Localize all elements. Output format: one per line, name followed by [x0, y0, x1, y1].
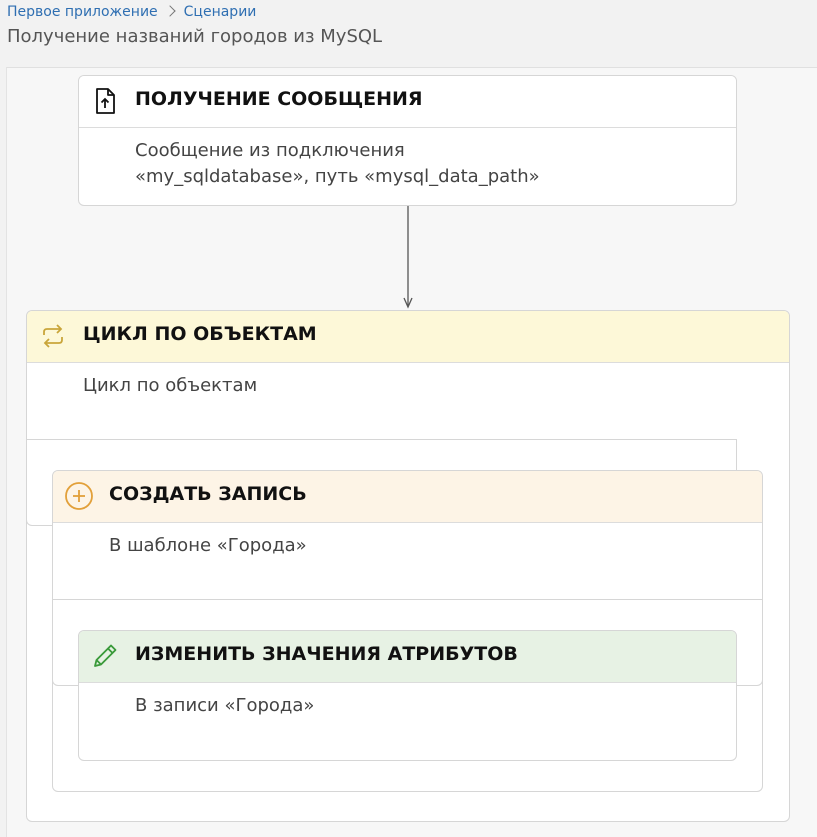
breadcrumb-scenarios-link[interactable]: Сценарии — [184, 4, 257, 20]
plus-circle-icon — [65, 482, 93, 510]
breadcrumb: Первое приложение Сценарии — [7, 4, 256, 20]
node-edit-attributes[interactable]: ИЗМЕНИТЬ ЗНАЧЕНИЯ АТРИБУТОВ В записи «Го… — [78, 630, 737, 761]
node-loop-title: ЦИКЛ ПО ОБЪЕКТАМ — [83, 323, 317, 345]
node-create-record-header: СОЗДАТЬ ЗАПИСЬ — [53, 471, 762, 523]
node-get-message[interactable]: ПОЛУЧЕНИЕ СООБЩЕНИЯ Сообщение из подключ… — [78, 75, 737, 206]
page-title: Получение названий городов из MySQL — [7, 26, 383, 47]
node-create-record-desc: В шаблоне «Города» — [109, 535, 307, 556]
chevron-right-icon — [163, 5, 176, 17]
loop-icon — [43, 324, 63, 348]
node-edit-attributes-title: ИЗМЕНИТЬ ЗНАЧЕНИЯ АТРИБУТОВ — [135, 643, 518, 665]
node-get-message-desc-line2: «my_sqldatabase», путь «mysql_data_path» — [135, 166, 540, 187]
node-edit-attributes-desc: В записи «Города» — [135, 695, 315, 716]
node-get-message-header: ПОЛУЧЕНИЕ СООБЩЕНИЯ — [79, 76, 736, 128]
page-header: Первое приложение Сценарии Получение назв… — [0, 0, 817, 62]
node-get-message-title: ПОЛУЧЕНИЕ СООБЩЕНИЯ — [135, 88, 423, 110]
node-create-record-title: СОЗДАТЬ ЗАПИСЬ — [109, 483, 307, 505]
breadcrumb-app-link[interactable]: Первое приложение — [7, 4, 158, 20]
connector-arrow — [403, 206, 413, 309]
node-get-message-desc-line1: Сообщение из подключения — [135, 140, 405, 161]
node-loop-desc: Цикл по объектам — [83, 375, 258, 396]
pencil-icon — [94, 644, 117, 667]
scenario-canvas[interactable]: ПОЛУЧЕНИЕ СООБЩЕНИЯ Сообщение из подключ… — [6, 67, 817, 837]
node-edit-attributes-header: ИЗМЕНИТЬ ЗНАЧЕНИЯ АТРИБУТОВ — [79, 631, 736, 683]
file-upload-icon — [96, 88, 115, 114]
node-loop-header: ЦИКЛ ПО ОБЪЕКТАМ — [27, 311, 789, 363]
